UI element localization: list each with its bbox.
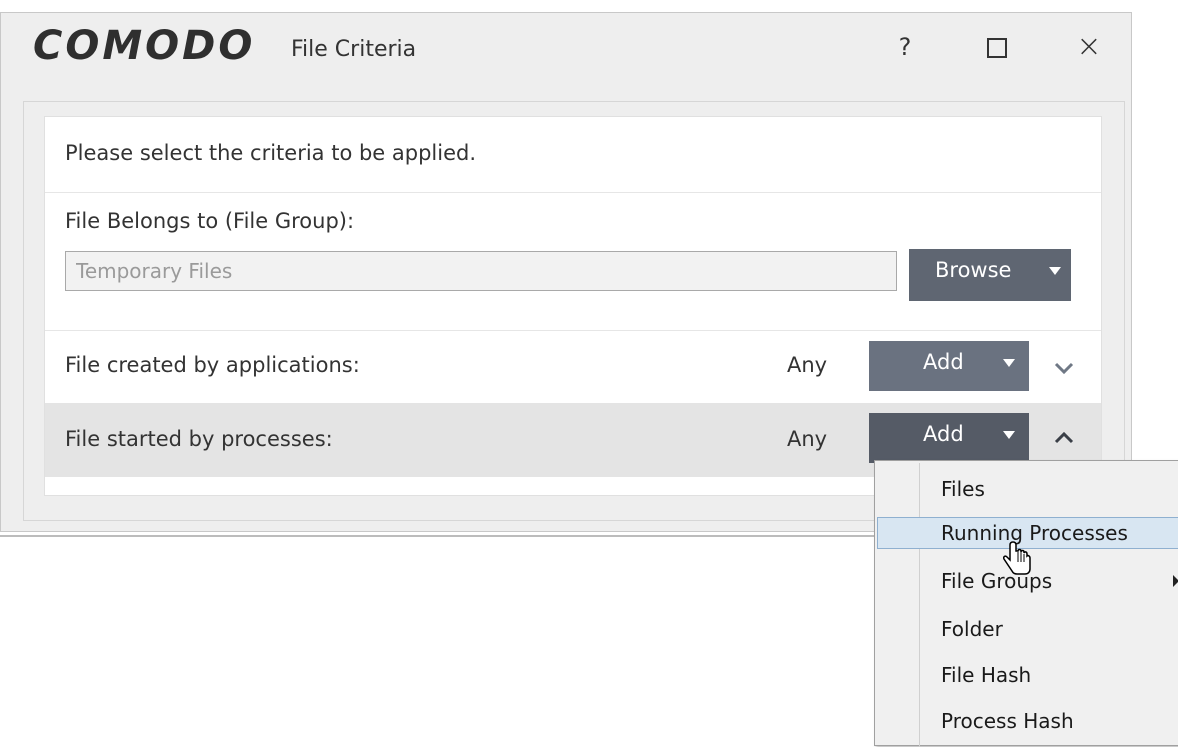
title-bar: COMODO File Criteria ? × — [1, 13, 1133, 85]
close-button[interactable]: × — [1069, 27, 1109, 67]
created-by-applications-label: File created by applications: — [65, 353, 360, 377]
menu-item-folder[interactable]: Folder — [877, 613, 1178, 645]
file-group-row: File Belongs to (File Group): Browse — [45, 193, 1101, 331]
add-process-button[interactable]: Add — [869, 413, 1029, 463]
caret-down-icon — [1003, 431, 1015, 439]
created-by-applications-row: File created by applications: Any Add — [45, 331, 1101, 403]
menu-item-files[interactable]: Files — [877, 473, 1178, 505]
file-group-input[interactable] — [66, 252, 896, 290]
file-group-label: File Belongs to (File Group): — [65, 209, 355, 233]
file-criteria-dialog: COMODO File Criteria ? × Please select t… — [0, 12, 1132, 532]
hand-cursor-icon — [1003, 541, 1031, 575]
browse-button-label: Browse — [935, 258, 1012, 282]
criteria-form: Please select the criteria to be applied… — [44, 116, 1102, 496]
instruction-text: Please select the criteria to be applied… — [65, 141, 477, 165]
started-by-processes-label: File started by processes: — [65, 427, 333, 451]
caret-down-icon — [1049, 267, 1061, 275]
add-button-label: Add — [923, 422, 964, 446]
add-application-button[interactable]: Add — [869, 341, 1029, 391]
add-button-label: Add — [923, 350, 964, 374]
menu-item-process-hash[interactable]: Process Hash — [877, 705, 1178, 737]
criteria-panel: Please select the criteria to be applied… — [23, 101, 1125, 521]
maximize-icon — [987, 37, 1007, 58]
menu-item-file-hash[interactable]: File Hash — [877, 659, 1178, 691]
window-title: File Criteria — [291, 37, 417, 62]
created-by-applications-value: Any — [787, 353, 828, 377]
help-button[interactable]: ? — [885, 27, 925, 67]
add-dropdown-menu: Files Running Processes File Groups Fold… — [874, 460, 1178, 747]
instruction-row: Please select the criteria to be applied… — [45, 117, 1101, 193]
file-group-field[interactable] — [65, 251, 897, 291]
maximize-button[interactable] — [977, 27, 1017, 67]
chevron-up-icon[interactable] — [1053, 427, 1075, 449]
started-by-processes-value: Any — [787, 427, 828, 451]
browse-button[interactable]: Browse — [909, 249, 1071, 301]
comodo-logo: COMODO — [33, 23, 256, 69]
submenu-arrow-icon — [1173, 575, 1178, 587]
chevron-down-icon[interactable] — [1053, 357, 1075, 379]
caret-down-icon — [1003, 359, 1015, 367]
